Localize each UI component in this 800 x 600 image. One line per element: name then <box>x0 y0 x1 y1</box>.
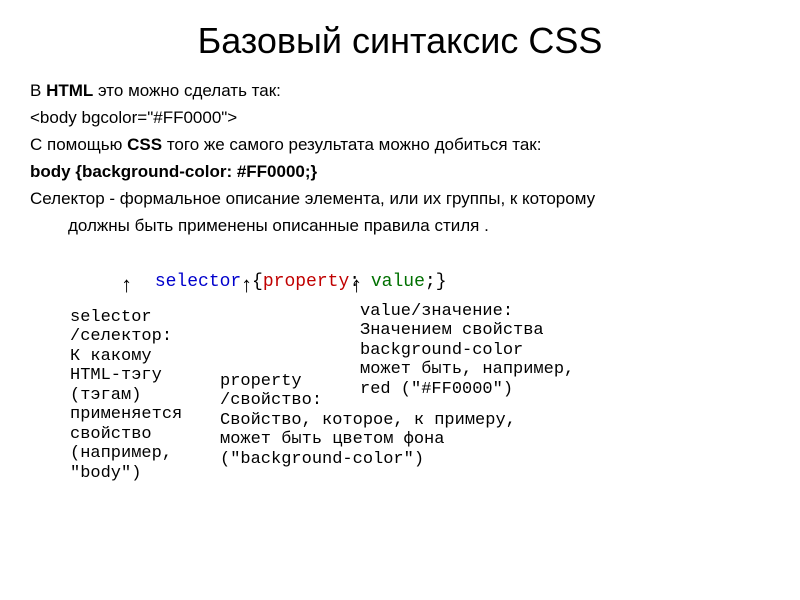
slide-title: Базовый синтаксис CSS <box>30 20 770 62</box>
arrow-selector: ↑ <box>120 274 133 299</box>
para-5: Селектор - формальное описание элемента,… <box>30 188 770 211</box>
annotation-selector: selector /селектор: К какому HTML-тэгу (… <box>70 308 182 484</box>
annotation-value: value/значение: Значением свойства backg… <box>360 302 574 400</box>
syntax-diagram: selector {property: value;} ↑ ↑ ↑ select… <box>90 252 770 552</box>
para-3: С помощью CSS того же самого результата … <box>30 134 770 157</box>
syntax-property: property <box>263 272 349 292</box>
para-6: должны быть применены описанные правила … <box>68 215 770 238</box>
para-2-code: <body bgcolor="#FF0000"> <box>30 107 770 130</box>
arrow-property: ↑ <box>240 274 253 299</box>
arrow-value: ↑ <box>350 274 363 299</box>
para-4-code: body {background-color: #FF0000;} <box>30 161 770 184</box>
syntax-selector: selector <box>155 272 241 292</box>
para-1: В HTML это можно сделать так: <box>30 80 770 103</box>
syntax-value: value <box>371 272 425 292</box>
